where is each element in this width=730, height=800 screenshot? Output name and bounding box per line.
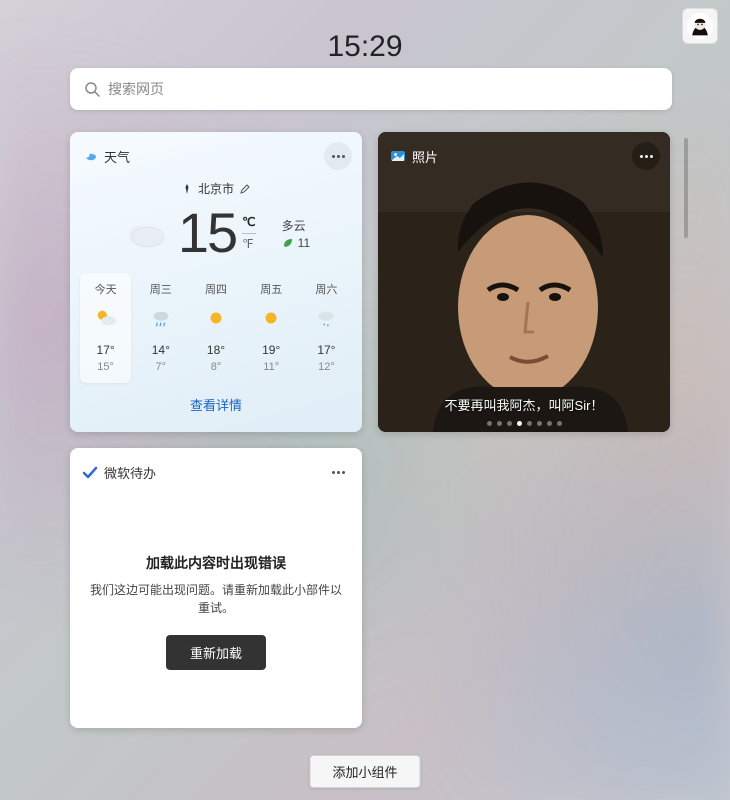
forecast-high: 14°	[152, 343, 170, 357]
forecast-weather-icon	[205, 307, 227, 329]
photos-app-icon	[390, 148, 406, 164]
carousel-dot[interactable]	[537, 421, 542, 426]
location-pin-icon	[182, 184, 192, 194]
forecast-day-label: 今天	[95, 281, 117, 297]
carousel-dot[interactable]	[527, 421, 532, 426]
forecast-low: 11°	[263, 361, 279, 373]
forecast-low: 7°	[156, 361, 167, 373]
weather-condition: 多云 11	[282, 217, 310, 250]
todo-header: 微软待办	[70, 448, 362, 492]
photo-portrait-icon	[378, 132, 670, 432]
weather-app-icon	[82, 148, 98, 164]
photos-title: 照片	[412, 147, 438, 166]
carousel-dot[interactable]	[487, 421, 492, 426]
forecast-day-label: 周五	[260, 281, 282, 297]
more-icon	[332, 155, 345, 158]
unit-celsius[interactable]: ℃	[242, 214, 255, 231]
todo-title: 微软待办	[104, 463, 156, 482]
carousel-dots[interactable]	[378, 421, 670, 426]
forecast-weather-icon	[260, 307, 282, 329]
temperature-unit-toggle[interactable]: ℃ ℉	[242, 214, 255, 253]
forecast-day[interactable]: 周三 14° 7°	[135, 273, 186, 383]
photo-caption: 不要再叫我阿杰，叫阿Sir！	[378, 395, 670, 414]
edit-pencil-icon	[240, 184, 250, 194]
weather-widget: 天气 北京市 15 ℃ ℉	[70, 132, 362, 432]
todo-widget: 微软待办 加载此内容时出现错误 我们这边可能出现问题。请重新加载此小部件以重试。…	[70, 448, 362, 728]
search-icon	[84, 81, 100, 97]
error-title: 加载此内容时出现错误	[146, 553, 286, 573]
error-message: 我们这边可能出现问题。请重新加载此小部件以重试。	[90, 581, 342, 617]
aqi-leaf-icon	[282, 237, 294, 249]
avatar-illustration-icon	[686, 12, 714, 40]
photos-more-button[interactable]	[632, 142, 660, 170]
widgets-grid: 天气 北京市 15 ℃ ℉	[70, 132, 672, 728]
forecast-day[interactable]: 周六 17° 12°	[301, 273, 352, 383]
carousel-dot[interactable]	[497, 421, 502, 426]
forecast-low: 8°	[211, 361, 222, 373]
add-widget-button[interactable]: 添加小组件	[309, 755, 420, 788]
forecast-low: 15°	[97, 361, 114, 373]
current-temperature: 15	[178, 205, 236, 261]
condition-text: 多云	[282, 217, 306, 234]
forecast-high: 19°	[262, 343, 280, 357]
todo-app-icon	[82, 464, 98, 480]
carousel-dot[interactable]	[517, 421, 522, 426]
forecast-high: 17°	[317, 343, 335, 357]
weather-header: 天气	[70, 132, 362, 176]
more-icon	[332, 471, 345, 474]
forecast-row: 今天 17° 15° 周三 14° 7° 周四 18° 8° 周五 19° 11° 周六 17° 12°	[70, 273, 362, 383]
weather-title: 天气	[104, 147, 130, 166]
reload-button[interactable]: 重新加载	[166, 635, 266, 670]
carousel-dot[interactable]	[547, 421, 552, 426]
carousel-dot[interactable]	[557, 421, 562, 426]
forecast-high: 18°	[207, 343, 225, 357]
weather-city-label: 北京市	[198, 180, 234, 197]
forecast-high: 17°	[97, 343, 115, 357]
weather-current: 15 ℃ ℉ 多云 11	[70, 205, 362, 273]
todo-error-panel: 加载此内容时出现错误 我们这边可能出现问题。请重新加载此小部件以重试。 重新加载	[70, 492, 362, 728]
todo-more-button[interactable]	[324, 458, 352, 486]
weather-details-link[interactable]: 查看详情	[70, 383, 362, 426]
forecast-day[interactable]: 周四 18° 8°	[190, 273, 241, 383]
photos-widget[interactable]: 照片 不要再叫我阿杰，叫阿Sir！	[378, 132, 670, 432]
forecast-day-label: 周三	[150, 281, 172, 297]
scrollbar[interactable]	[684, 138, 688, 238]
forecast-low: 12°	[318, 361, 335, 373]
photo-image[interactable]	[378, 132, 670, 432]
user-avatar[interactable]	[682, 8, 718, 44]
clock: 15:29	[327, 30, 402, 64]
aqi-value: 11	[298, 236, 310, 250]
unit-fahrenheit[interactable]: ℉	[242, 233, 255, 253]
forecast-weather-icon	[315, 307, 337, 329]
forecast-day-label: 周六	[315, 281, 337, 297]
forecast-weather-icon	[150, 307, 172, 329]
search-bar[interactable]	[70, 68, 672, 110]
forecast-weather-icon	[95, 307, 117, 329]
weather-more-button[interactable]	[324, 142, 352, 170]
cloud-icon	[122, 209, 170, 257]
forecast-day[interactable]: 今天 17° 15°	[80, 273, 131, 383]
forecast-day-label: 周四	[205, 281, 227, 297]
search-input[interactable]	[108, 81, 658, 97]
more-icon	[640, 155, 653, 158]
forecast-day[interactable]: 周五 19° 11°	[246, 273, 297, 383]
carousel-dot[interactable]	[507, 421, 512, 426]
